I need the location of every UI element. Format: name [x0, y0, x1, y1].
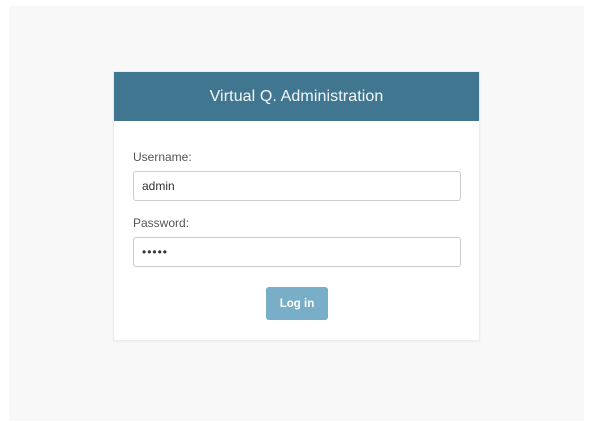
username-input[interactable]: [133, 171, 461, 201]
username-label: Username:: [133, 150, 192, 164]
site-header: Virtual Q. Administration: [114, 72, 479, 121]
login-button[interactable]: Log in: [266, 287, 328, 320]
site-title: Virtual Q. Administration: [209, 87, 384, 105]
password-label: Password:: [133, 216, 190, 230]
password-input[interactable]: [133, 237, 461, 267]
login-card: Virtual Q. Administration Username: Pass…: [113, 71, 480, 341]
